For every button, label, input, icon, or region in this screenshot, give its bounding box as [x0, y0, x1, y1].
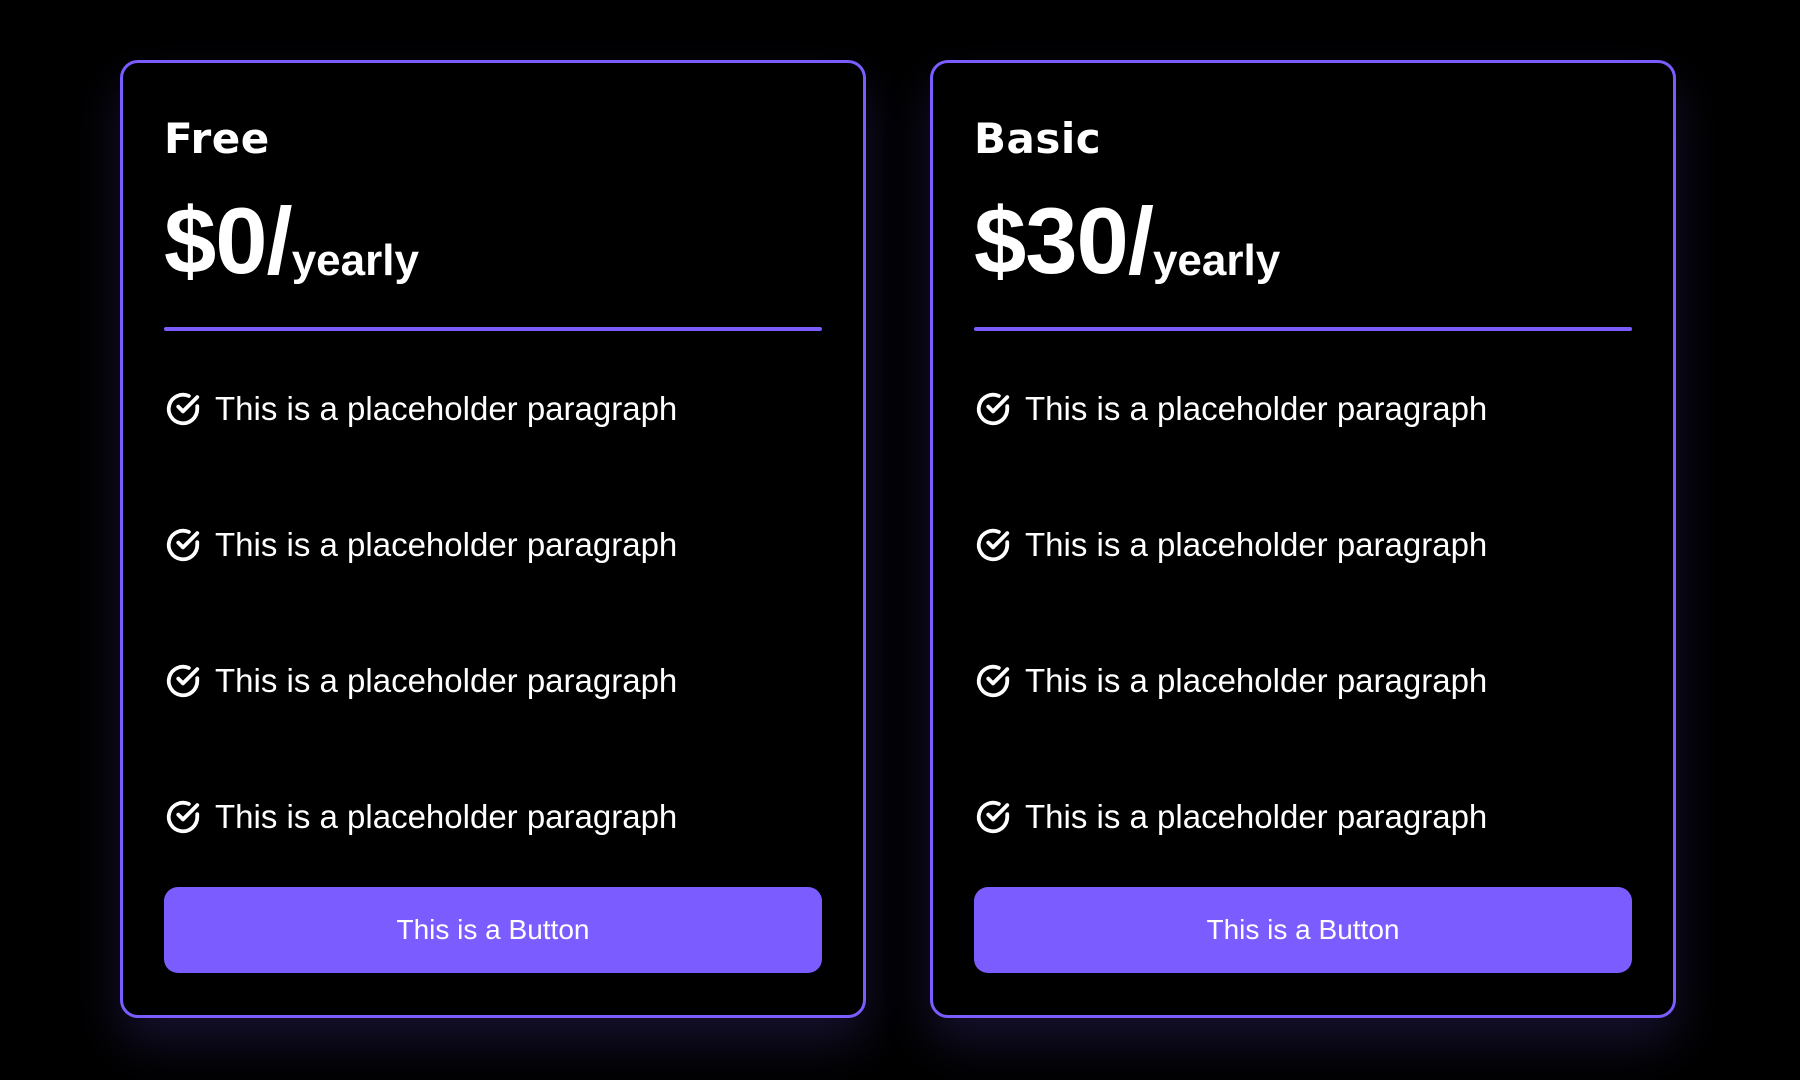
feature-item: This is a placeholder paragraph [974, 661, 1632, 701]
check-circle-icon [976, 800, 1010, 834]
check-circle-icon [976, 392, 1010, 426]
plan-period: yearly [291, 236, 419, 285]
plan-period: yearly [1152, 236, 1281, 285]
feature-text: This is a placeholder paragraph [215, 526, 678, 563]
check-circle-icon [976, 528, 1010, 562]
pricing-card-basic: Basic $30/ yearly This is a placeholder … [930, 60, 1676, 1018]
divider [164, 327, 822, 331]
feature-list: This is a placeholder paragraph This is … [974, 389, 1632, 837]
price-row: $30/ yearly [974, 193, 1632, 289]
basic-plan-button[interactable]: This is a Button [974, 887, 1632, 973]
feature-item: This is a placeholder paragraph [164, 797, 822, 837]
price-row: $0/ yearly [164, 193, 822, 289]
feature-item: This is a placeholder paragraph [974, 525, 1632, 565]
feature-item: This is a placeholder paragraph [974, 389, 1632, 429]
feature-text: This is a placeholder paragraph [1025, 798, 1488, 835]
feature-text: This is a placeholder paragraph [215, 390, 678, 427]
feature-text: This is a placeholder paragraph [215, 662, 678, 699]
check-circle-icon [166, 664, 200, 698]
feature-item: This is a placeholder paragraph [164, 661, 822, 701]
plan-name: Basic [974, 114, 1102, 163]
plan-name: Free [164, 114, 270, 163]
plan-price: $30/ [974, 188, 1154, 293]
plan-price: $0/ [164, 188, 293, 293]
feature-text: This is a placeholder paragraph [215, 798, 678, 835]
check-circle-icon [166, 800, 200, 834]
check-circle-icon [166, 528, 200, 562]
free-plan-button[interactable]: This is a Button [164, 887, 822, 973]
check-circle-icon [166, 392, 200, 426]
check-circle-icon [976, 664, 1010, 698]
feature-item: This is a placeholder paragraph [164, 389, 822, 429]
feature-item: This is a placeholder paragraph [974, 797, 1632, 837]
feature-text: This is a placeholder paragraph [1025, 662, 1488, 699]
feature-text: This is a placeholder paragraph [1025, 390, 1488, 427]
divider [974, 327, 1632, 331]
pricing-card-free: Free $0/ yearly This is a placeholder pa… [120, 60, 866, 1018]
feature-list: This is a placeholder paragraph This is … [164, 389, 822, 837]
feature-item: This is a placeholder paragraph [164, 525, 822, 565]
pricing-section: Free $0/ yearly This is a placeholder pa… [0, 0, 1800, 1080]
feature-text: This is a placeholder paragraph [1025, 526, 1488, 563]
